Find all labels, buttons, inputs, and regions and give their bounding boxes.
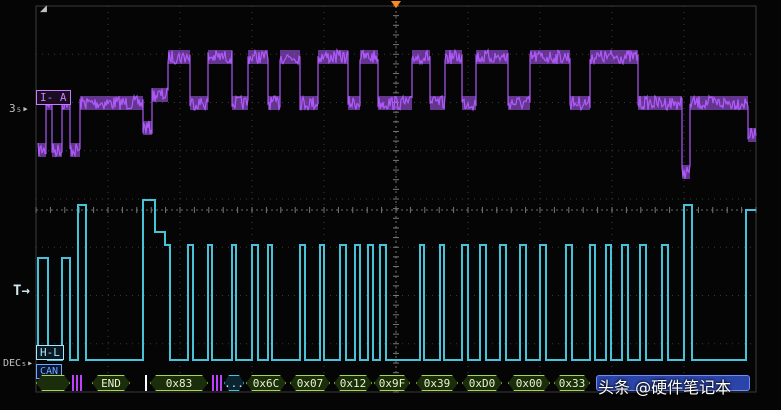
can-trace	[37, 199, 756, 361]
decode-frame-byte[interactable]: 0x00	[508, 375, 550, 391]
can-bus-waveform	[37, 199, 756, 361]
trigger-level-marker[interactable]: T→	[10, 283, 33, 299]
decode-frame-label: 0x6C	[252, 376, 280, 390]
decode-frame-byte[interactable]: 0x12	[334, 375, 372, 391]
decode-frame-byte[interactable]: 0x6C	[246, 375, 286, 391]
decode-frame-byte[interactable]: 0x07	[290, 375, 330, 391]
ch3-level-marker[interactable]: 3₅▸	[6, 102, 32, 115]
decode-frame-label: END	[101, 376, 121, 390]
decode-frame-byte[interactable]: END	[92, 375, 130, 391]
decode-frame-byte[interactable]: 0xD0	[462, 375, 502, 391]
decode-frame-byte[interactable]: 0x33	[554, 375, 590, 391]
decode-frame-label: 0x83	[165, 376, 193, 390]
decode-level-text: DEC₅	[3, 358, 28, 369]
ch3-level-text: 3₅	[9, 102, 23, 115]
decode-frame-label: 0x07	[296, 376, 324, 390]
corner-marker-icon: ◢	[40, 4, 47, 14]
decode-frame-byte[interactable]	[36, 375, 70, 391]
watermark-text: 头条 @硬件笔记本	[598, 378, 732, 397]
trigger-level-text: T	[13, 283, 22, 299]
decode-frame-label: 0x33	[558, 376, 586, 390]
decode-frame-byte[interactable]: 0x9F	[374, 375, 410, 391]
decode-frame-marker-w[interactable]	[145, 375, 147, 391]
decode-frame-marker[interactable]	[212, 375, 222, 391]
decode-frame-label: 0x00	[515, 376, 543, 390]
decode-frame-label: 0x9F	[378, 376, 406, 390]
decode-frame-byte[interactable]: 0x83	[150, 375, 208, 391]
decode-frame-label: ...	[224, 376, 244, 390]
decode-frame-ellipsis[interactable]: ...	[224, 375, 244, 391]
bus-probe-label[interactable]: H-L	[36, 345, 64, 360]
decode-frame-label: 0x39	[423, 376, 451, 390]
ch3-label[interactable]: I- A	[36, 90, 71, 105]
decode-frame-marker[interactable]	[72, 375, 82, 391]
oscilloscope-screen: ◢ I- A 3₅▸ T→ H-L DEC₅▸ CAN END 0x83... 0x…	[0, 0, 781, 410]
decode-frame-label: 0xD0	[468, 376, 496, 390]
trigger-position-marker[interactable]	[391, 1, 401, 8]
decode-frame-byte[interactable]: 0x39	[416, 375, 458, 391]
decode-frame-label: 0x12	[339, 376, 367, 390]
decode-level-marker[interactable]: DEC₅▸	[0, 357, 36, 370]
